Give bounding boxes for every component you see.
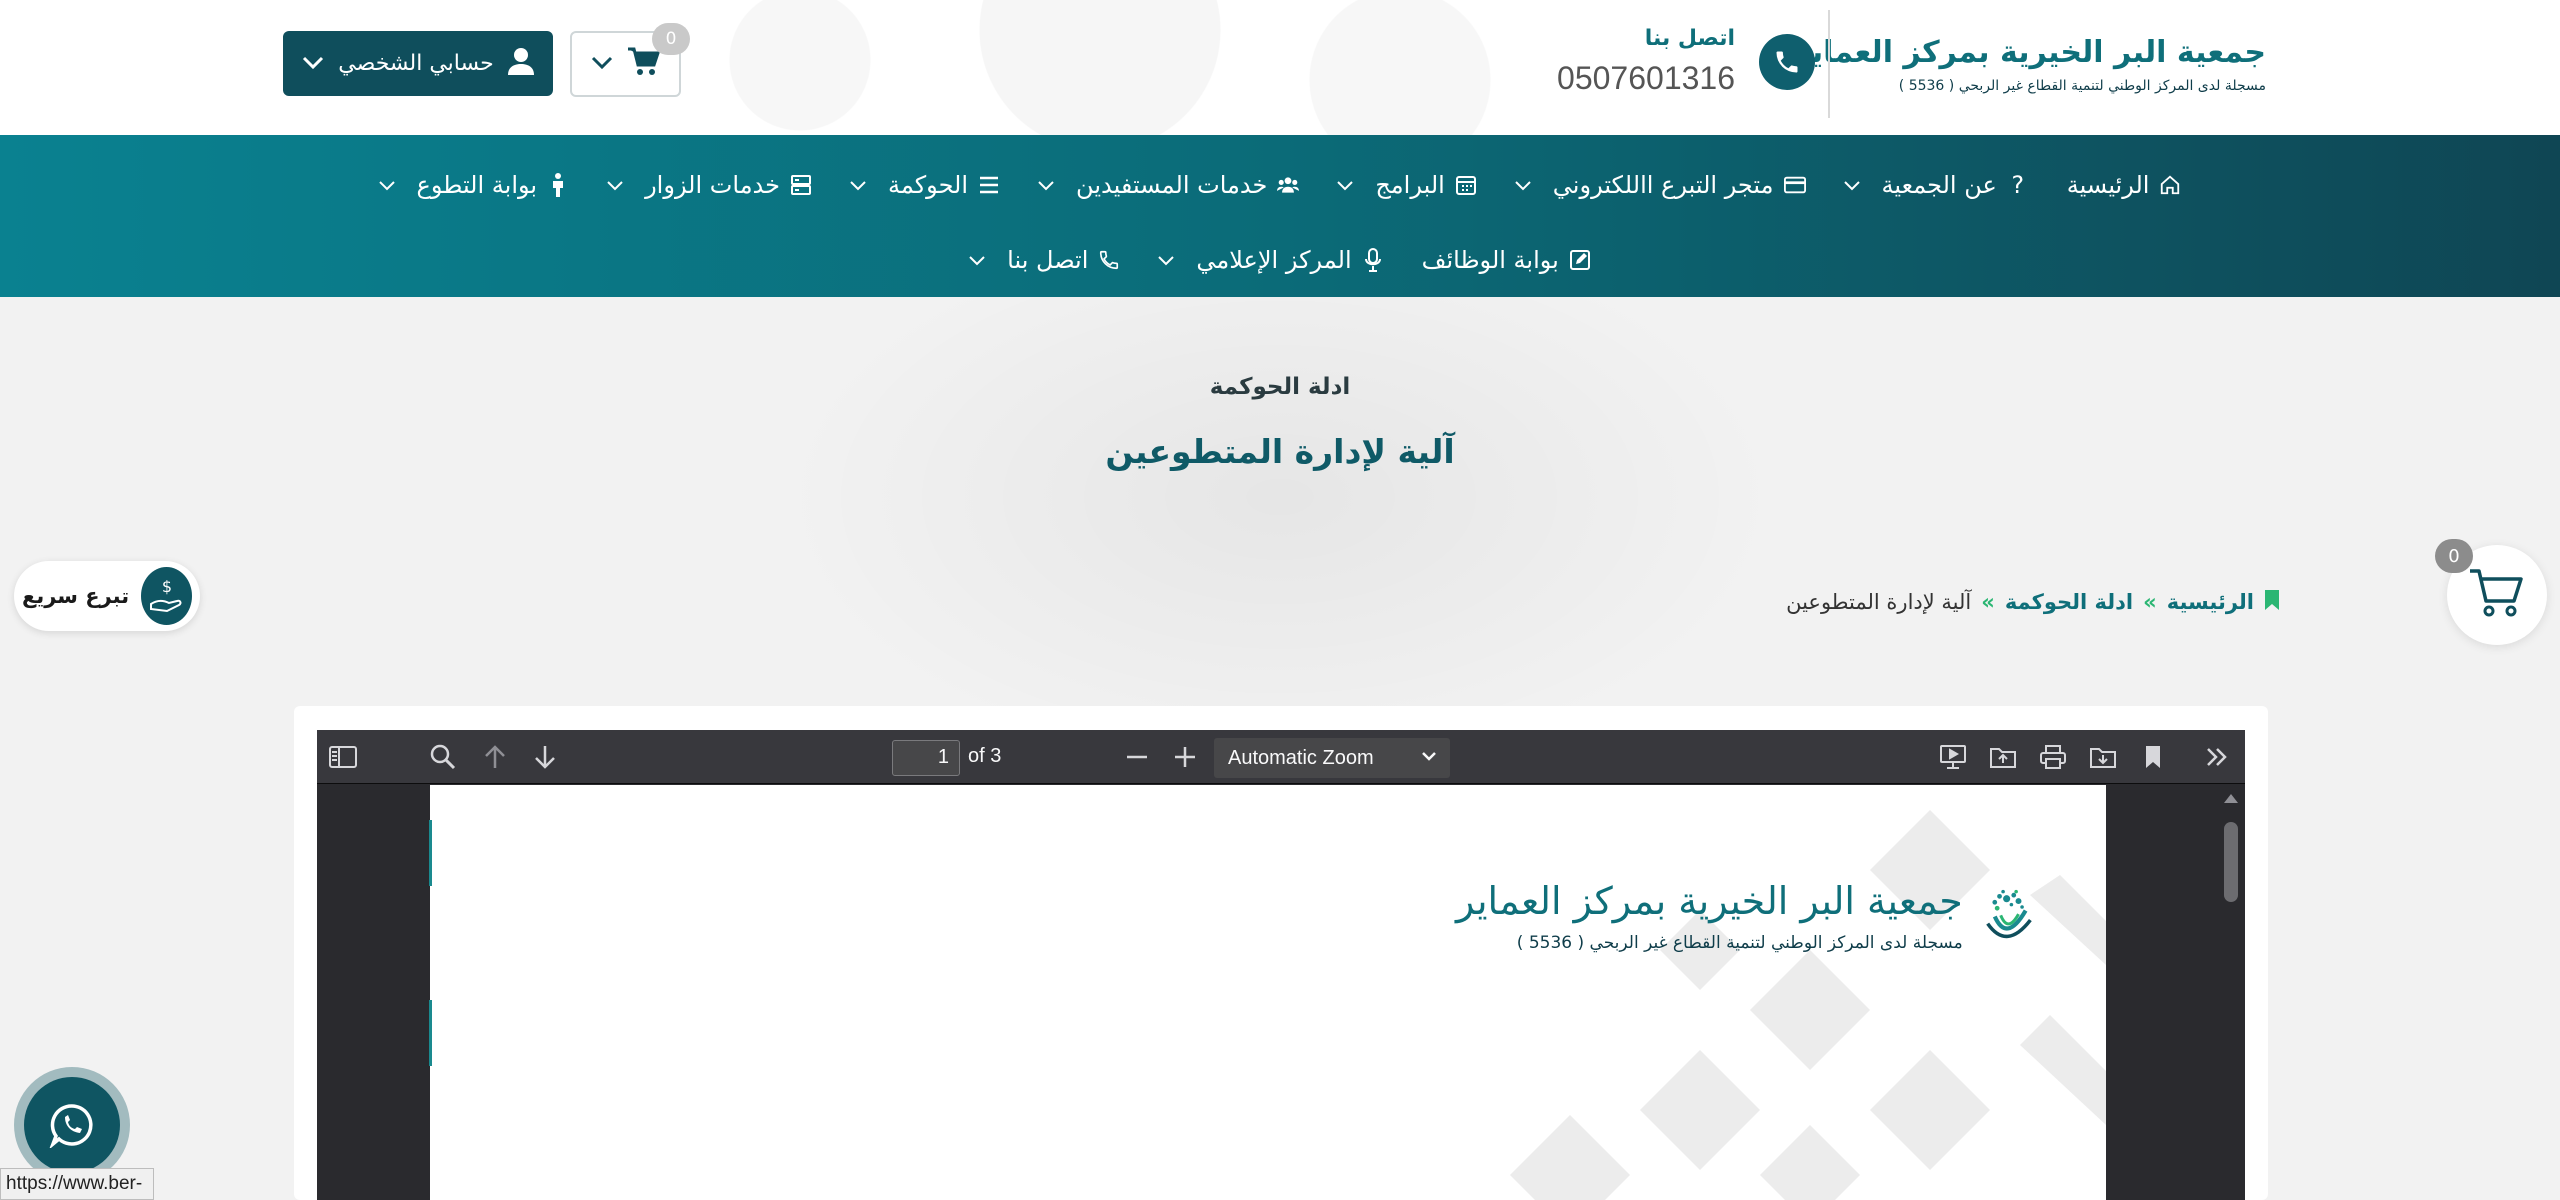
svg-text:$: $ [161,577,171,596]
chevron-down-icon [1515,176,1531,195]
chevron-down-icon [302,51,324,76]
previous-page-icon[interactable] [479,742,511,772]
chevron-down-icon [1843,176,1860,195]
nav-item-volunteer-portal[interactable]: بوابة التطوع [378,171,570,199]
pdf-page: جمعية البر الخيرية بمركز العماير مسجلة ل… [430,785,2106,1200]
edit-icon [1569,249,1591,271]
chevron-down-icon [607,176,623,195]
nav-item-donation-store[interactable]: متجر التبرع االلكتروني [1515,171,1806,199]
document-logo: جمعية البر الخيرية بمركز العماير مسجلة ل… [1456,851,2036,981]
question-icon: ? [2011,171,2025,199]
page-total: of 3 [968,745,1002,767]
tools-menu-icon[interactable] [2201,742,2233,772]
sidebar-toggle-icon[interactable] [327,742,359,772]
main-navigation: الرئيسية ? عن الجمعية متجر التبرع االلكت… [0,135,2560,297]
pdf-toolbar: 1 of 3 Automatic Zoom [317,730,2245,784]
floating-cart-badge: 0 [2435,539,2473,573]
search-icon[interactable] [427,742,459,772]
chevron-down-icon [850,176,866,195]
zoom-select[interactable]: Automatic Zoom [1214,738,1450,778]
site-header: جمعية البر الخيرية بمركز العماير مسجلة ل… [0,0,2560,135]
scroll-up-icon[interactable] [2222,790,2240,809]
pdf-page-edge-marks [429,820,432,1066]
presentation-mode-icon[interactable] [1937,742,1969,772]
nav-item-visitor-services[interactable]: خدمات الزوار [607,171,812,199]
quick-donate-button[interactable]: $ تبرع سريع [14,561,200,631]
list-icon [978,174,1000,196]
account-label: حسابي الشخصي [338,51,494,76]
nav-item-beneficiary-services[interactable]: خدمات المستفيدين [1038,171,1300,199]
cart-icon [627,47,661,81]
breadcrumb-separator: » [2143,590,2157,614]
pdf-scrollbar-thumb[interactable] [2224,822,2238,902]
nav-item-media-center[interactable]: المركز الإعلامي [1158,246,1383,274]
quick-donate-label: تبرع سريع [22,584,130,608]
nav-item-governance[interactable]: الحوكمة [850,171,1000,199]
print-icon[interactable] [2037,742,2069,772]
zoom-out-icon[interactable] [1121,742,1153,772]
cart-icon [2468,567,2526,623]
status-bar-url: https://www.ber- [0,1168,154,1200]
card-icon [1783,174,1806,196]
contact-phone[interactable]: 0507601316 [1557,60,1735,97]
server-icon [790,174,812,196]
donate-hand-icon: $ [141,567,192,625]
nav-item-contact-us[interactable]: اتصل بنا [969,246,1120,274]
page-number-input[interactable]: 1 [892,740,960,776]
chevron-down-icon [1420,746,1438,772]
chevron-down-icon [969,251,985,270]
breadcrumb-separator: » [1981,590,1995,614]
chevron-down-icon [378,176,395,195]
logo-tree-icon [1985,889,2032,938]
nav-item-about[interactable]: ? عن الجمعية [1843,171,2029,199]
open-file-icon[interactable] [1987,742,2019,772]
person-icon [547,173,569,197]
site-logo[interactable]: جمعية البر الخيرية بمركز العماير مسجلة ل… [1793,14,2280,114]
phone-icon [1759,34,1815,90]
breadcrumb: الرئيسية » ادلة الحوكمة » آلية لإدارة ال… [1700,585,2280,619]
whatsapp-icon [49,1104,93,1148]
nav-row-1: الرئيسية ? عن الجمعية متجر التبرع االلكت… [0,155,2560,215]
logo-subtitle: مسجلة لدى المركز الوطني لتنمية القطاع غي… [1898,77,2266,94]
phone-icon [1098,249,1120,271]
bookmark-icon [2264,589,2280,616]
download-icon[interactable] [2087,742,2119,772]
user-icon [507,47,534,81]
bookmark-icon[interactable] [2137,742,2169,772]
home-icon [2159,174,2181,196]
page-category: ادلة الحوكمة [1209,374,1351,400]
next-page-icon[interactable] [529,742,561,772]
nav-item-jobs-portal[interactable]: بوابة الوظائف [1422,246,1591,274]
nav-item-home[interactable]: الرئيسية [2067,171,2182,199]
calendar-icon [1455,174,1477,196]
microphone-icon [1362,248,1384,272]
document-logo-title: جمعية البر الخيرية بمركز العماير [1456,879,1963,923]
contact-label: اتصل بنا [1644,26,1735,51]
pdf-page-background-pattern [1510,810,2106,1200]
breadcrumb-home[interactable]: الرئيسية [2167,590,2254,614]
chevron-down-icon [591,55,613,74]
breadcrumb-section[interactable]: ادلة الحوكمة [2005,590,2133,614]
users-icon [1277,174,1300,196]
nav-row-2: بوابة الوظائف المركز الإعلامي اتصل بنا [0,230,2560,290]
whatsapp-button[interactable] [14,1067,130,1183]
logo-title: جمعية البر الخيرية بمركز العماير [1793,34,2266,70]
breadcrumb-current: آلية لإدارة المتطوعين [1786,590,1972,614]
account-button[interactable]: حسابي الشخصي [283,31,553,96]
nav-item-programs[interactable]: البرامج [1337,171,1476,199]
chevron-down-icon [1337,176,1354,195]
zoom-in-icon[interactable] [1169,742,1201,772]
chevron-down-icon [1038,176,1054,195]
header-contact[interactable]: اتصل بنا 0507601316 [1557,26,1815,106]
document-logo-subtitle: مسجلة لدى المركز الوطني لتنمية القطاع غي… [1516,933,1963,953]
page-title: آلية لإدارة المتطوعين [1105,432,1455,471]
chevron-down-icon [1158,251,1175,270]
cart-count-badge: 0 [652,23,690,55]
header-divider [1828,10,1830,118]
